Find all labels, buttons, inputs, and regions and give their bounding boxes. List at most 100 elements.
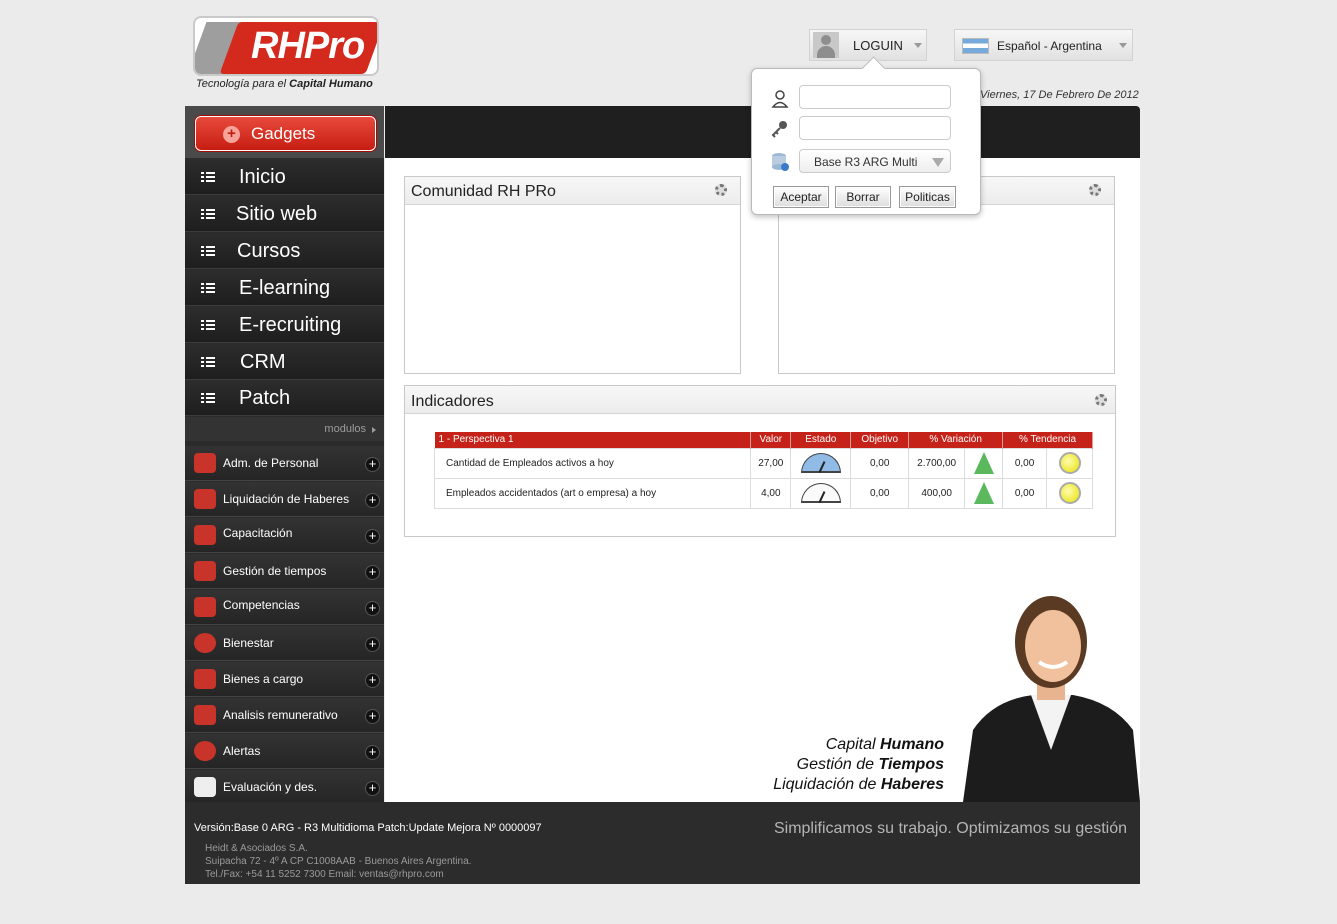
user-icon <box>771 90 789 108</box>
gear-icon[interactable] <box>715 184 727 196</box>
user-avatar-icon <box>813 32 839 58</box>
module-label: Capacitación <box>223 526 293 540</box>
sidebar: + Gadgets Inicio Sitio web Cursos E-lear… <box>185 106 384 805</box>
expand-plus-icon[interactable]: + <box>365 601 380 616</box>
chevron-down-icon <box>914 43 922 48</box>
nav-item-sitio-web[interactable]: Sitio web <box>185 196 384 232</box>
status-gauge-icon <box>790 447 852 479</box>
expand-plus-icon[interactable]: + <box>365 529 380 544</box>
lifebuoy-icon <box>194 633 216 653</box>
nav-label: Sitio web <box>236 203 318 225</box>
expand-plus-icon[interactable]: + <box>365 745 380 760</box>
module-bienes-cargo[interactable]: Bienes a cargo + <box>185 662 384 697</box>
expand-plus-icon[interactable]: + <box>365 457 380 472</box>
table-row: Empleados accidentados (art o empresa) a… <box>433 477 1093 509</box>
current-date: Viernes, 17 De Febrero De 2012 <box>980 89 1139 101</box>
module-label: Competencias <box>223 598 300 612</box>
address-line: Suipacha 72 - 4º A CP C1008AAB - Buenos … <box>205 856 472 867</box>
nav-item-e-learning[interactable]: E-learning <box>185 270 384 306</box>
indicator-objective: 0,00 <box>850 447 910 479</box>
chevron-down-icon <box>1119 43 1127 48</box>
phone-icon <box>194 669 216 689</box>
contact-line: Tel./Fax: +54 11 5252 7300 Email: ventas… <box>205 869 444 880</box>
nav-label: CRM <box>240 351 286 373</box>
plus-circle-icon: + <box>223 126 240 143</box>
database-icon <box>772 153 789 171</box>
modulos-label: modulos <box>324 423 366 435</box>
module-label: Gestión de tiempos <box>223 564 327 578</box>
indicators-table: 1 - Perspectiva 1 Valor Estado Objetivo … <box>433 432 1093 509</box>
nav-label: E-recruiting <box>239 314 342 336</box>
indicator-trend: 0,00 <box>1002 447 1048 479</box>
accept-button[interactable]: Aceptar <box>773 186 829 208</box>
login-dropdown[interactable]: LOGUIN <box>809 29 927 61</box>
expand-plus-icon[interactable]: + <box>365 565 380 580</box>
list-icon <box>201 357 215 368</box>
nav-item-cursos[interactable]: Cursos <box>185 233 384 269</box>
list-icon <box>201 320 215 331</box>
panel-header: Indicadores <box>405 386 1115 414</box>
gear-icon[interactable] <box>1089 184 1101 196</box>
module-capacitacion[interactable]: Capacitación + <box>185 518 384 553</box>
module-gestion-tiempos[interactable]: Gestión de tiempos + <box>185 554 384 589</box>
trend-up-icon <box>964 447 1004 479</box>
gadgets-button[interactable]: + Gadgets <box>195 116 376 151</box>
promo-text: Capital Humano Gestión de Tiempos Liquid… <box>773 736 944 793</box>
rhpro-logo[interactable]: RHPro <box>193 16 379 76</box>
module-competencias[interactable]: Competencias + <box>185 590 384 625</box>
slogan: Simplificamos su trabajo. Optimizamos su… <box>773 820 1127 837</box>
community-panel: Comunidad RH PRo <box>404 176 741 374</box>
expand-plus-icon[interactable]: + <box>365 709 380 724</box>
list-icon <box>201 393 215 404</box>
panel-header: Comunidad RH PRo <box>405 177 740 205</box>
expand-plus-icon[interactable]: + <box>365 781 380 796</box>
chart-icon <box>194 705 216 725</box>
module-label: Adm. de Personal <box>223 456 319 470</box>
modulos-link[interactable]: modulos <box>185 417 384 441</box>
policies-button[interactable]: Politicas <box>899 186 956 208</box>
list-icon <box>201 246 215 257</box>
module-adm-personal[interactable]: Adm. de Personal + <box>185 446 384 481</box>
login-popup: Base R3 ARG Multi Aceptar Borrar Politic… <box>751 68 981 215</box>
table-row: Cantidad de Empleados activos a hoy 27,0… <box>433 447 1093 479</box>
checklist-icon <box>194 777 216 797</box>
gadgets-label: Gadgets <box>251 124 316 143</box>
nav-label: Cursos <box>237 240 301 262</box>
indicator-variation: 400,00 <box>908 477 966 509</box>
runner-icon <box>194 597 216 617</box>
traffic-light-icon <box>1046 447 1093 479</box>
password-input[interactable] <box>799 116 951 140</box>
status-gauge-icon <box>790 477 852 509</box>
database-select[interactable]: Base R3 ARG Multi <box>799 149 951 173</box>
gear-icon[interactable] <box>1095 394 1107 406</box>
list-icon <box>201 172 215 183</box>
expand-plus-icon[interactable]: + <box>365 493 380 508</box>
module-evaluacion[interactable]: Evaluación y des. + <box>185 770 384 805</box>
nav-item-patch[interactable]: Patch <box>185 380 384 416</box>
nav-label: Patch <box>239 387 291 409</box>
column-header: % Variación <box>908 432 1004 448</box>
company-address: Heidt & Asociados S.A. Suipacha 72 - 4º … <box>205 842 471 881</box>
module-analisis-remunerativo[interactable]: Analisis remunerativo + <box>185 698 384 733</box>
indicator-value: 4,00 <box>750 477 792 509</box>
module-liquidacion-haberes[interactable]: Liquidación de Haberes + <box>185 482 384 517</box>
login-label: LOGUIN <box>853 38 903 53</box>
panel-title: Comunidad RH PRo <box>411 183 556 200</box>
list-icon <box>201 209 215 220</box>
nav-label: E-learning <box>239 277 331 299</box>
gadgets-area: + Gadgets <box>185 106 384 158</box>
language-dropdown[interactable]: Español - Argentina <box>954 29 1133 61</box>
expand-plus-icon[interactable]: + <box>365 637 380 652</box>
nav-item-inicio[interactable]: Inicio <box>185 159 384 195</box>
nav-item-crm[interactable]: CRM <box>185 344 384 380</box>
clear-button[interactable]: Borrar <box>835 186 891 208</box>
module-bienestar[interactable]: Bienestar + <box>185 626 384 661</box>
expand-plus-icon[interactable]: + <box>365 673 380 688</box>
column-header: % Tendencia <box>1002 432 1093 448</box>
module-alertas[interactable]: Alertas + <box>185 734 384 769</box>
indicator-variation: 2.700,00 <box>908 447 966 479</box>
indicator-description: Cantidad de Empleados activos a hoy <box>433 447 752 479</box>
username-input[interactable] <box>799 85 951 109</box>
logo-text: RHPro <box>251 25 365 67</box>
nav-item-e-recruiting[interactable]: E-recruiting <box>185 307 384 343</box>
